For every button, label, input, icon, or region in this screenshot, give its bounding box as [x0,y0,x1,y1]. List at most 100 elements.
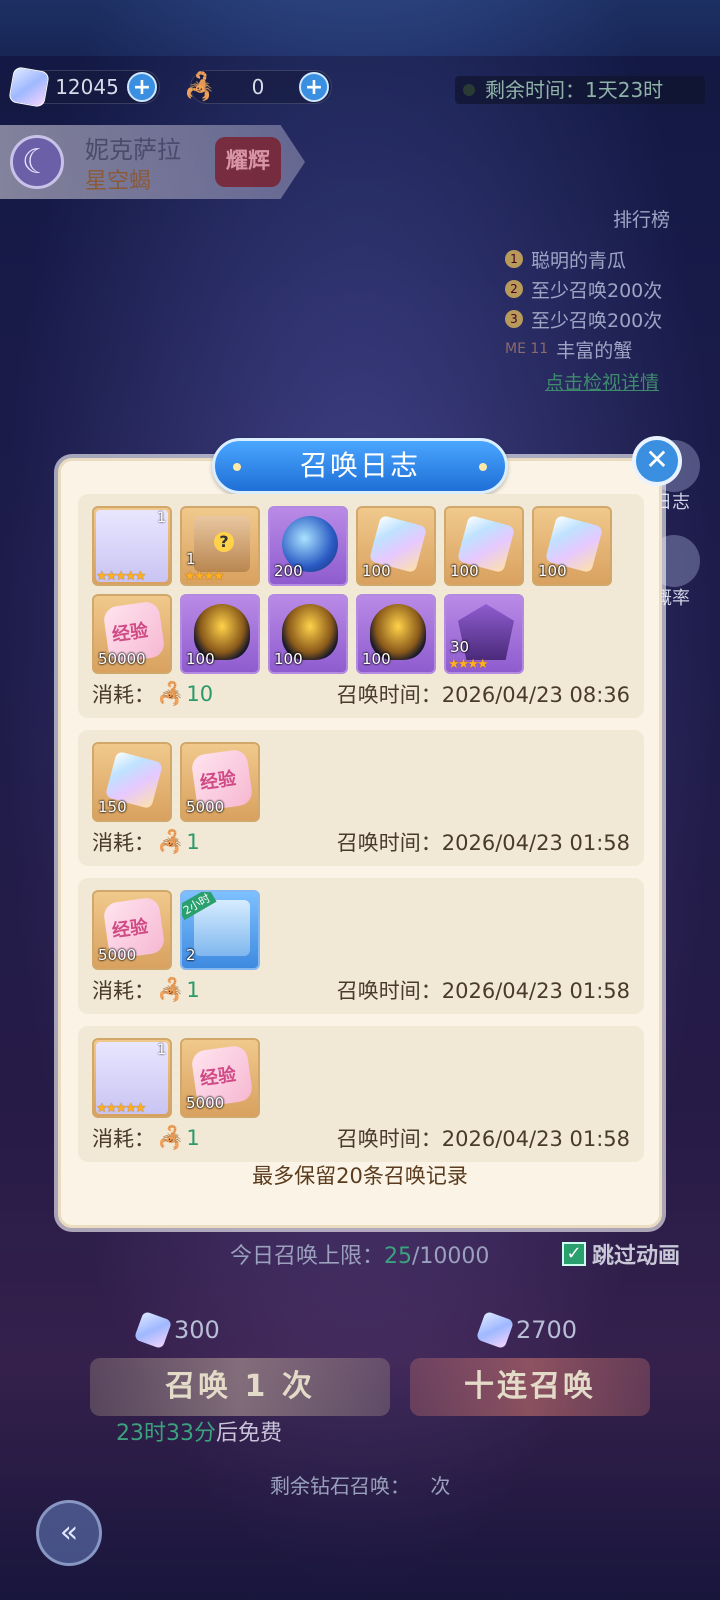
summon-time-label: 召唤时间： [336,831,442,855]
ranking-details-link[interactable]: 点击检视详情 [505,368,720,395]
summon-record: 1★★★★★1★★★★2001001001005000010010010030★… [78,494,644,718]
skip-animation-toggle[interactable]: ✓ 跳过动画 [562,1238,680,1270]
cost-value: 1 [186,978,200,1002]
summon-time: 召唤时间：2026/04/23 01:58 [337,1123,630,1153]
cost-label: 消耗： [92,1127,155,1151]
ranking-entry: 至少召唤200次 [531,309,663,332]
summon-time-label: 召唤时间： [336,1127,442,1151]
cost-label: 消耗： [92,831,155,855]
ranking-title: 排行榜 [612,209,670,231]
summon-ten-button[interactable]: 十连召唤 [410,1358,650,1416]
item-quantity: 30 [450,638,470,656]
rank-medal-icon: 1 [505,250,523,268]
rank-medal-icon: 3 [505,310,523,328]
reward-items: 1 ★★★★★ 5000 [92,1038,620,1118]
summon-time: 召唤时间：2026/04/23 01:58 [337,827,630,857]
reward-item[interactable]: 5000 [180,742,260,822]
summon-record: 150 5000 消耗：🦂1 召唤时间：2026/04/23 01:58 [78,730,644,866]
item-quantity: 100 [362,650,391,668]
daily-limit-label: 今日召唤上限： [230,1244,385,1269]
chest-icon [194,516,250,572]
reward-item[interactable]: 100 [444,506,524,586]
modal-title: 召唤日志 [212,438,508,494]
top-strip [0,0,720,56]
moon-emblem-icon: ☾ [10,135,64,189]
summon-time: 召唤时间：2026/04/23 08:36 [337,679,630,709]
reward-item[interactable]: 100 [356,506,436,586]
reward-item[interactable]: 1★★★★ [180,506,260,586]
diamond-icon [133,1310,173,1350]
close-button[interactable]: ✕ [632,436,682,486]
scorpion-icon: 🦂 [157,681,185,707]
reward-item[interactable]: 5000 [92,890,172,970]
reward-item[interactable]: 1 ★★★★★ [92,1038,172,1118]
ranking-entry: 丰富的蟹 [556,339,633,362]
star-rating: ★★★★ [448,657,489,672]
diamond-value: 12045 [55,75,119,99]
free-timer: 23时33分后免费 [116,1415,282,1447]
item-quantity: 150 [98,798,127,816]
reward-item[interactable]: 100 [356,594,436,674]
star-rating: ★★★★★ [96,1101,146,1116]
ranking-row-me: ME 11 丰富的蟹 [505,334,720,364]
reward-item[interactable]: 30 ★★★★ [444,594,524,674]
item-quantity: 100 [450,562,479,580]
reward-items: 150 5000 [92,742,620,822]
reward-item[interactable]: 150 [92,742,172,822]
reward-item[interactable]: 5000 [180,1038,260,1118]
add-diamond-button[interactable]: + [127,72,157,102]
reward-item[interactable]: 2小时 2 [180,890,260,970]
ranking-row: 2 至少召唤200次 [505,274,720,304]
cost-label: 消耗： [92,683,155,707]
ranking-panel: 排行榜 1 聪明的青瓜 2 至少召唤200次 3 至少召唤200次 ME 11 丰富的蟹… [505,205,720,395]
scorpion-icon: 🦂 [183,72,217,102]
record-meta: 消耗： 🦂 10 召唤时间：2026/04/23 08:36 [92,680,630,708]
summon-time-label: 召唤时间： [336,979,442,1003]
item-quantity: 100 [186,650,215,668]
back-button[interactable]: « [36,1500,102,1566]
ranking-row: 1 聪明的青瓜 [505,244,720,274]
hero-level: 1 [157,1042,166,1058]
daily-limit-current: 25 [384,1244,413,1269]
summon-once-button[interactable]: 召唤 1 次 [90,1358,390,1416]
reward-item[interactable]: 100 [532,506,612,586]
reward-item[interactable]: 50000 [92,594,172,674]
free-timer-suffix: 后免费 [216,1421,283,1446]
reward-item[interactable]: 100 [268,594,348,674]
scorpion-icon: 🦂 [157,829,185,855]
diamond-icon [475,1310,515,1350]
timer-label: 剩余时间：1天23时 [485,78,664,102]
reward-item[interactable]: 200 [268,506,348,586]
reward-item[interactable]: 1 ★★★★★ [92,506,172,586]
free-timer-value: 23时33分 [116,1421,216,1446]
event-timer: 剩余时间：1天23时 [455,76,705,104]
summon-time: 召唤时间：2026/04/23 01:58 [337,975,630,1005]
cost-label: 消耗： [92,979,155,1003]
ranking-entry: 至少召唤200次 [531,279,663,302]
back-arrow-icon: « [59,1515,79,1550]
cost-value: 1 [186,1126,200,1150]
summon-time-value: 2026/04/23 01:58 [441,979,630,1003]
diamond-icon [8,66,50,108]
add-scorpion-token-button[interactable]: + [299,72,329,102]
summon-time-value: 2026/04/23 01:58 [441,831,630,855]
diamond-counter: 12045 + [8,66,160,108]
item-quantity: 50000 [98,650,146,668]
skip-animation-label: 跳过动画 [592,1244,681,1269]
scorpion-token-value: 0 [251,75,265,99]
summon-time-label: 召唤时间： [336,683,442,707]
checkbox-checked-icon[interactable]: ✓ [562,1242,586,1266]
daily-limit: 今日召唤上限：25/10000 [230,1238,489,1270]
reward-item[interactable]: 100 [180,594,260,674]
scorpion-icon: 🦂 [157,977,185,1003]
hero-banner[interactable]: ☾ 妮克萨拉 星空蝎 耀辉 [0,125,305,199]
me-rank-label: ME 11 [505,341,549,357]
summon-time-value: 2026/04/23 01:58 [441,1127,630,1151]
item-quantity: 5000 [186,798,225,816]
summon-records-list[interactable]: 1★★★★★1★★★★2001001001005000010010010030★… [78,494,644,1174]
record-meta: 消耗： 🦂 1 召唤时间：2026/04/23 01:58 [92,828,630,856]
summon-time-value: 2026/04/23 08:36 [441,683,630,707]
item-quantity: 100 [538,562,567,580]
scorpion-icon: 🦂 [157,1125,185,1151]
item-quantity: 1 [186,550,196,568]
